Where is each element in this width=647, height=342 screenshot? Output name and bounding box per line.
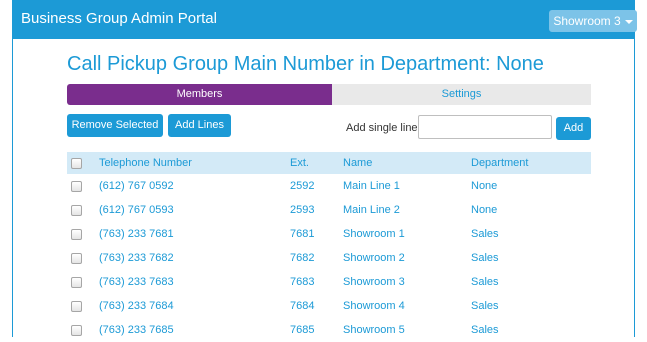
table-row: (763) 233 7682 7682 Showroom 2 Sales <box>67 246 591 270</box>
add-single-line-input[interactable] <box>418 115 552 139</box>
location-dropdown-label: Showroom 3 <box>553 14 621 28</box>
line-name-cell: Main Line 1 <box>343 180 400 192</box>
department-cell: Sales <box>471 252 499 264</box>
department-cell: Sales <box>471 276 499 288</box>
department-cell: Sales <box>471 300 499 312</box>
telephone-number-link[interactable]: (763) 233 7685 <box>99 318 174 342</box>
telephone-number-link[interactable]: (763) 233 7683 <box>99 270 174 294</box>
telephone-number-link[interactable]: (612) 767 0592 <box>99 174 174 198</box>
remove-selected-button[interactable]: Remove Selected <box>67 114 163 137</box>
extension-cell: 7681 <box>290 228 315 240</box>
tab-bar: Members Settings <box>67 84 591 105</box>
row-checkbox[interactable] <box>71 277 82 288</box>
line-name-cell: Showroom 5 <box>343 324 405 336</box>
telephone-number-link[interactable]: (763) 233 7681 <box>99 222 174 246</box>
line-name-cell: Showroom 2 <box>343 252 405 264</box>
row-checkbox[interactable] <box>71 325 82 336</box>
extension-cell: 7684 <box>290 300 315 312</box>
department-cell: Sales <box>471 228 499 240</box>
tab-settings[interactable]: Settings <box>332 84 591 105</box>
top-navbar: Business Group Admin Portal Showroom 3 <box>12 0 637 39</box>
column-header-ext[interactable]: Ext. <box>290 152 309 174</box>
row-checkbox[interactable] <box>71 229 82 240</box>
app-title[interactable]: Business Group Admin Portal <box>21 10 217 27</box>
add-lines-button[interactable]: Add Lines <box>168 114 231 137</box>
page-title: Call Pickup Group Main Number in Departm… <box>67 53 544 75</box>
chevron-down-icon <box>624 19 633 24</box>
telephone-number-link[interactable]: (763) 233 7682 <box>99 246 174 270</box>
row-checkbox[interactable] <box>71 301 82 312</box>
line-name-cell: Main Line 2 <box>343 204 400 216</box>
row-checkbox[interactable] <box>71 205 82 216</box>
members-table: Telephone Number Ext. Name Department (6… <box>67 152 591 342</box>
extension-cell: 7685 <box>290 324 315 336</box>
table-header: Telephone Number Ext. Name Department <box>67 152 591 174</box>
extension-cell: 7682 <box>290 252 315 264</box>
column-header-name[interactable]: Name <box>343 152 372 174</box>
table-body: (612) 767 0592 2592 Main Line 1 None (61… <box>67 174 591 342</box>
column-header-telephone[interactable]: Telephone Number <box>99 152 192 174</box>
row-checkbox[interactable] <box>71 253 82 264</box>
tab-members[interactable]: Members <box>67 84 332 105</box>
location-dropdown-button[interactable]: Showroom 3 <box>549 10 637 32</box>
extension-cell: 7683 <box>290 276 315 288</box>
department-cell: None <box>471 204 498 216</box>
add-button[interactable]: Add <box>556 117 591 140</box>
column-header-department[interactable]: Department <box>471 152 528 174</box>
line-name-cell: Showroom 1 <box>343 228 405 240</box>
table-row: (763) 233 7685 7685 Showroom 5 Sales <box>67 318 591 342</box>
select-all-checkbox[interactable] <box>71 158 82 169</box>
extension-cell: 2592 <box>290 180 315 192</box>
table-row: (763) 233 7681 7681 Showroom 1 Sales <box>67 222 591 246</box>
table-row: (612) 767 0593 2593 Main Line 2 None <box>67 198 591 222</box>
telephone-number-link[interactable]: (763) 233 7684 <box>99 294 174 318</box>
department-cell: Sales <box>471 324 499 336</box>
table-row: (612) 767 0592 2592 Main Line 1 None <box>67 174 591 198</box>
line-name-cell: Showroom 4 <box>343 300 405 312</box>
line-name-cell: Showroom 3 <box>343 276 405 288</box>
table-row: (763) 233 7684 7684 Showroom 4 Sales <box>67 294 591 318</box>
add-single-line-label: Add single line: <box>346 122 421 134</box>
department-cell: None <box>471 180 498 192</box>
telephone-number-link[interactable]: (612) 767 0593 <box>99 198 174 222</box>
table-row: (763) 233 7683 7683 Showroom 3 Sales <box>67 270 591 294</box>
extension-cell: 2593 <box>290 204 315 216</box>
row-checkbox[interactable] <box>71 181 82 192</box>
